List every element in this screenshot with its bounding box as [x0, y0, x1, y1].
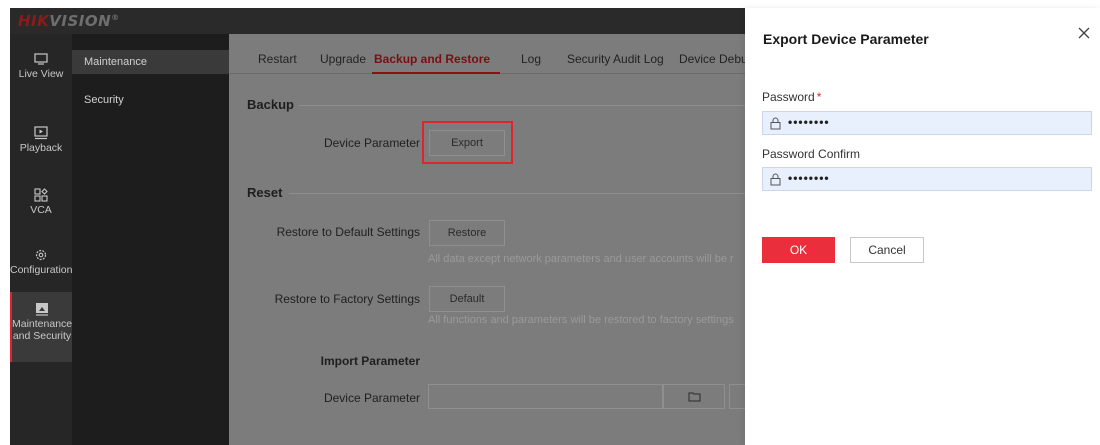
- logo-brand: HIK: [18, 12, 50, 30]
- monitor-icon: [34, 53, 48, 65]
- submenu-item-security[interactable]: Security: [72, 88, 229, 112]
- tab-bar: Restart Upgrade Backup and Restore Log S…: [229, 34, 745, 74]
- nav-vca[interactable]: VCA: [10, 188, 72, 216]
- import-file-path-input[interactable]: [428, 384, 663, 409]
- browse-button[interactable]: [663, 384, 725, 409]
- logo-registered-mark: ®: [111, 13, 120, 22]
- main-nav-rail: Live View Playback VCA Configuration Mai…: [10, 34, 72, 445]
- nav-maintenance-security[interactable]: Maintenance and Security: [10, 292, 72, 362]
- folder-icon: [688, 392, 701, 402]
- password-label: Password *: [762, 90, 821, 104]
- default-button[interactable]: Default: [429, 286, 505, 312]
- backup-divider: [299, 105, 745, 106]
- submenu-item-label: Security: [84, 94, 124, 106]
- hikvision-logo: HIKVISION®: [18, 12, 120, 30]
- export-highlight-box: [422, 121, 513, 164]
- nav-playback-label: Playback: [19, 142, 63, 154]
- submenu-item-maintenance[interactable]: Maintenance: [72, 50, 229, 74]
- secondary-menu: Maintenance Security: [72, 34, 229, 445]
- close-icon[interactable]: [1077, 26, 1091, 40]
- panel-title: Export Device Parameter: [763, 31, 929, 47]
- top-bar: HIKVISION®: [10, 8, 745, 34]
- ok-button[interactable]: OK: [762, 237, 835, 263]
- restore-hint: All data except network parameters and u…: [428, 253, 734, 265]
- export-device-parameter-panel: Export Device Parameter Password * ••••••…: [745, 8, 1100, 445]
- active-tab-underline: [372, 72, 500, 74]
- import-button[interactable]: [729, 384, 745, 409]
- nav-maintenance-label-line1: Maintenance: [12, 318, 73, 330]
- nav-playback[interactable]: Playback: [10, 126, 72, 154]
- password-confirm-label: Password Confirm: [762, 147, 861, 161]
- restore-factory-label: Restore to Factory Settings: [274, 292, 420, 306]
- tab-restart[interactable]: Restart: [258, 52, 297, 66]
- maintenance-icon: [36, 303, 48, 316]
- reset-section-title: Reset: [247, 185, 283, 200]
- backup-section-title: Backup: [247, 97, 294, 112]
- nav-configuration-label: Configuration: [10, 264, 73, 276]
- cancel-button[interactable]: Cancel: [850, 237, 924, 263]
- lock-icon: [770, 173, 781, 186]
- tab-device-debug[interactable]: Device Debu: [679, 52, 745, 66]
- nav-vca-label: VCA: [30, 204, 52, 216]
- backup-device-parameter-label: Device Parameter: [323, 136, 420, 150]
- nav-configuration[interactable]: Configuration: [10, 248, 72, 276]
- restore-default-label: Restore to Default Settings: [276, 225, 420, 239]
- submenu-item-label: Maintenance: [84, 56, 147, 68]
- reset-divider: [289, 193, 745, 194]
- lock-icon: [770, 117, 781, 130]
- logo-brand-suffix: VISION: [49, 12, 112, 30]
- factory-hint: All functions and parameters will be res…: [428, 314, 734, 326]
- password-value: ••••••••: [788, 115, 830, 129]
- app-window: HIKVISION® Live View Playback VCA Config…: [0, 0, 1100, 445]
- tab-backup-and-restore[interactable]: Backup and Restore: [374, 52, 490, 66]
- nav-live-view-label: Live View: [18, 68, 64, 80]
- password-input[interactable]: ••••••••: [762, 111, 1092, 135]
- vca-grid-icon: [34, 188, 48, 202]
- nav-live-view[interactable]: Live View: [10, 52, 72, 80]
- main-content: Restart Upgrade Backup and Restore Log S…: [229, 34, 745, 445]
- restore-button[interactable]: Restore: [429, 220, 505, 246]
- nav-maintenance-label-line2: and Security: [12, 330, 72, 342]
- import-device-parameter-label: Device Parameter: [323, 391, 420, 405]
- gear-icon: [35, 249, 47, 261]
- playback-icon: [34, 126, 48, 140]
- tab-security-audit-log[interactable]: Security Audit Log: [567, 52, 664, 66]
- password-confirm-input[interactable]: ••••••••: [762, 167, 1092, 191]
- password-label-text: Password: [762, 90, 815, 104]
- required-mark: *: [816, 90, 822, 104]
- import-parameter-title: Import Parameter: [320, 354, 420, 368]
- tab-upgrade[interactable]: Upgrade: [320, 52, 366, 66]
- password-confirm-value: ••••••••: [788, 171, 830, 185]
- tab-log[interactable]: Log: [521, 52, 541, 66]
